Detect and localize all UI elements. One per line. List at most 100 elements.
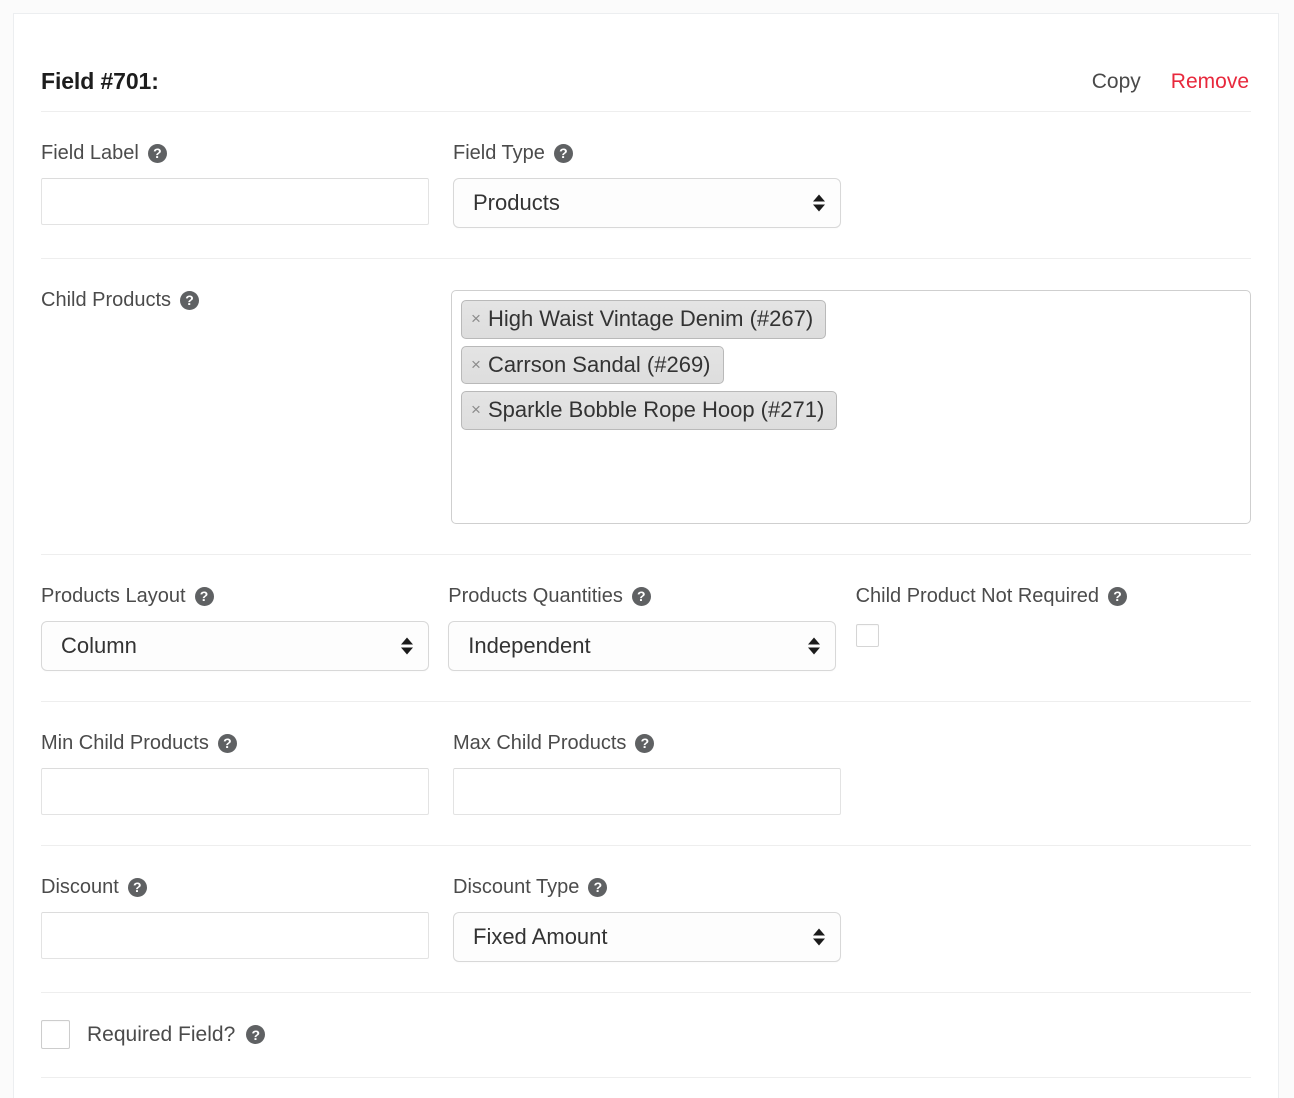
field-type-caption: Field Type ? — [453, 143, 847, 163]
products-quantities-select[interactable]: Independent — [448, 621, 837, 671]
field-label-caption: Field Label ? — [41, 143, 435, 163]
discount-type-text: Discount Type — [453, 876, 580, 898]
products-layout-group: Products Layout ? Column — [41, 586, 448, 671]
row-required-field: Required Field? ? — [41, 993, 1251, 1077]
help-icon[interactable]: ? — [127, 877, 147, 897]
tag-row: × High Waist Vintage Denim (#267) — [461, 300, 1241, 346]
card-header: Field #701: Copy Remove — [41, 14, 1251, 111]
field-type-select-wrap: Products — [453, 178, 841, 228]
required-field-text: Required Field? — [87, 1022, 236, 1046]
discount-input[interactable] — [41, 912, 429, 959]
tag-row: × Sparkle Bobble Rope Hoop (#271) — [461, 391, 1241, 437]
max-child-products-input[interactable] — [453, 768, 841, 815]
child-products-text: Child Products — [41, 289, 172, 311]
max-child-products-group: Max Child Products ? — [453, 733, 865, 815]
min-child-products-caption: Min Child Products ? — [41, 733, 435, 753]
help-icon-glyph: ? — [199, 588, 209, 604]
page-background: Field #701: Copy Remove Field Label ? Fi… — [0, 0, 1294, 1098]
help-icon-glyph: ? — [559, 145, 568, 161]
help-icon[interactable]: ? — [553, 143, 573, 163]
help-icon-glyph: ? — [153, 145, 162, 161]
divider — [41, 1077, 1251, 1078]
child-product-not-required-group: Child Product Not Required ? — [855, 586, 1251, 652]
min-child-products-text: Min Child Products — [41, 732, 209, 754]
help-icon-glyph: ? — [223, 735, 232, 751]
list-item[interactable]: × Sparkle Bobble Rope Hoop (#271) — [461, 391, 838, 430]
row-child-products: Child Products ? × High Waist Vintage De… — [41, 259, 1251, 554]
field-type-value: Products — [473, 190, 560, 215]
help-icon[interactable]: ? — [180, 290, 200, 310]
row-label-type: Field Label ? Field Type ? Products — [41, 112, 1251, 258]
products-quantities-text: Products Quantities — [448, 585, 623, 607]
tag-label: Carrson Sandal (#269) — [487, 351, 711, 377]
discount-caption: Discount ? — [41, 877, 435, 897]
discount-type-group: Discount Type ? Fixed Amount — [453, 877, 865, 962]
max-child-products-text: Max Child Products — [453, 732, 627, 754]
help-icon-glyph: ? — [185, 292, 194, 308]
discount-type-select[interactable]: Fixed Amount — [453, 912, 841, 962]
page-title: Field #701: — [41, 68, 159, 94]
row-discount: Discount ? Discount Type ? Fixed Amount — [41, 846, 1251, 992]
field-label-input[interactable] — [41, 178, 429, 225]
required-field-caption: Required Field? ? — [87, 1022, 266, 1047]
discount-text: Discount — [41, 876, 119, 898]
field-settings-card: Field #701: Copy Remove Field Label ? Fi… — [13, 13, 1279, 1098]
discount-group: Discount ? — [41, 877, 453, 959]
field-label-text: Field Label — [41, 142, 139, 164]
child-products-caption: Child Products ? — [41, 290, 431, 310]
help-icon-glyph: ? — [133, 879, 142, 895]
help-icon[interactable]: ? — [246, 1025, 266, 1044]
products-layout-value: Column — [61, 633, 137, 658]
tag-label: High Waist Vintage Denim (#267) — [487, 306, 814, 331]
required-field-checkbox[interactable] — [41, 1020, 70, 1049]
discount-type-select-wrap: Fixed Amount — [453, 912, 841, 962]
child-products-control: × High Waist Vintage Denim (#267) × Carr… — [451, 290, 1251, 524]
field-type-select[interactable]: Products — [453, 178, 841, 228]
list-item[interactable]: × High Waist Vintage Denim (#267) — [461, 300, 827, 339]
help-icon[interactable]: ? — [194, 586, 214, 606]
close-icon[interactable]: × — [471, 401, 481, 418]
products-layout-text: Products Layout — [41, 585, 186, 607]
products-quantities-select-wrap: Independent — [448, 621, 837, 671]
help-icon[interactable]: ? — [1108, 586, 1128, 606]
header-actions: Copy Remove — [1092, 70, 1251, 94]
help-icon[interactable]: ? — [588, 877, 608, 897]
child-products-label-group: Child Products ? — [41, 290, 449, 325]
row-layout-quantities: Products Layout ? Column Products Quanti… — [41, 555, 1251, 701]
products-quantities-caption: Products Quantities ? — [448, 586, 837, 606]
close-icon[interactable]: × — [471, 310, 481, 327]
field-type-group: Field Type ? Products — [453, 143, 865, 228]
discount-type-caption: Discount Type ? — [453, 877, 847, 897]
row-min-max: Min Child Products ? Max Child Products … — [41, 702, 1251, 845]
help-icon-glyph: ? — [1113, 588, 1122, 604]
products-layout-caption: Products Layout ? — [41, 586, 430, 606]
field-label-group: Field Label ? — [41, 143, 453, 225]
max-child-products-caption: Max Child Products ? — [453, 733, 847, 753]
tag-row: × Carrson Sandal (#269) — [461, 345, 1241, 392]
copy-button[interactable]: Copy — [1092, 70, 1141, 94]
help-icon[interactable]: ? — [147, 143, 167, 163]
products-quantities-value: Independent — [468, 633, 591, 658]
help-icon-glyph: ? — [640, 735, 650, 751]
min-child-products-group: Min Child Products ? — [41, 733, 453, 815]
child-product-not-required-text: Child Product Not Required — [855, 585, 1100, 607]
products-quantities-group: Products Quantities ? Independent — [448, 586, 855, 671]
help-icon[interactable]: ? — [635, 733, 655, 753]
child-products-multiselect[interactable]: × High Waist Vintage Denim (#267) × Carr… — [451, 290, 1251, 524]
close-icon[interactable]: × — [471, 356, 481, 373]
discount-type-value: Fixed Amount — [473, 924, 608, 949]
products-layout-select[interactable]: Column — [41, 621, 429, 671]
help-icon-glyph: ? — [251, 1026, 261, 1043]
child-product-not-required-checkbox[interactable] — [855, 624, 879, 647]
child-product-not-required-caption: Child Product Not Required ? — [856, 586, 1233, 606]
help-icon[interactable]: ? — [631, 586, 651, 606]
help-icon[interactable]: ? — [217, 733, 237, 753]
field-type-text: Field Type — [453, 142, 545, 164]
remove-button[interactable]: Remove — [1171, 70, 1249, 94]
help-icon-glyph: ? — [593, 879, 603, 895]
products-layout-select-wrap: Column — [41, 621, 429, 671]
tag-label: Sparkle Bobble Rope Hoop (#271) — [487, 397, 825, 422]
help-icon-glyph: ? — [637, 588, 646, 604]
list-item[interactable]: × Carrson Sandal (#269) — [461, 345, 724, 384]
min-child-products-input[interactable] — [41, 768, 429, 815]
